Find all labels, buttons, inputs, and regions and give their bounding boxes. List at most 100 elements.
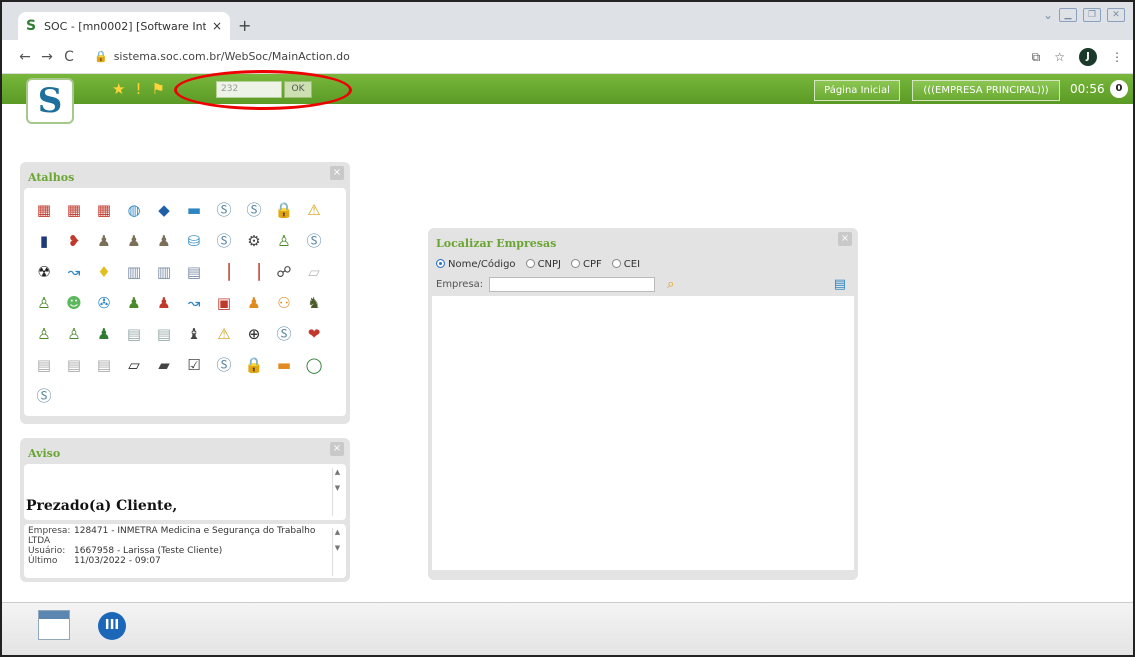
browser-menu-icon[interactable]: ⋮ [1111, 50, 1123, 64]
person-icon[interactable]: ♟ [92, 322, 116, 346]
lock-icon[interactable]: 🔒 [272, 198, 296, 222]
soc-icon[interactable]: Ⓢ [32, 384, 56, 408]
folder-icon[interactable]: ▬ [272, 353, 296, 377]
browser-tab[interactable]: S SOC - [mn0002] [Software Integr × [18, 12, 230, 40]
flask-icon[interactable]: ♙ [32, 291, 56, 315]
form-icon[interactable]: ▤ [152, 322, 176, 346]
bulb-icon[interactable]: ♦ [92, 260, 116, 284]
company-button[interactable]: (((EMPRESA PRINCIPAL))) [912, 80, 1060, 101]
soc-icon[interactable]: Ⓢ [212, 353, 236, 377]
bookmark-icon[interactable]: ▕ [242, 260, 266, 284]
warning-icon[interactable]: ⚠ [302, 198, 326, 222]
bookmark-star-icon[interactable]: ☆ [1054, 50, 1065, 64]
books-icon[interactable]: ▮ [32, 229, 56, 253]
file-icon[interactable]: ▥ [152, 260, 176, 284]
soc-icon[interactable]: Ⓢ [302, 229, 326, 253]
checklist-icon[interactable]: ☑ [182, 353, 206, 377]
atalhos-close-icon[interactable]: × [330, 166, 344, 180]
page-icon[interactable]: ▱ [122, 353, 146, 377]
needle-icon[interactable]: ↝ [182, 291, 206, 315]
people-icon[interactable]: ♝ [182, 322, 206, 346]
tools-icon[interactable]: ✇ [92, 291, 116, 315]
url-field[interactable]: 🔒 sistema.soc.com.br/WebSoc/MainAction.do [94, 50, 350, 63]
database-icon[interactable]: ⛁ [182, 229, 206, 253]
calendar-icon[interactable]: ▦ [62, 198, 86, 222]
empresa-input[interactable] [489, 276, 656, 292]
heart-icon[interactable]: ❤ [302, 322, 326, 346]
page-edit-icon[interactable]: ▰ [152, 353, 176, 377]
diamond-icon[interactable]: ◆ [152, 198, 176, 222]
minimize-icon[interactable]: ▁ [1059, 8, 1077, 22]
form-icon[interactable]: ▤ [122, 322, 146, 346]
user-icon[interactable]: ♟ [92, 229, 116, 253]
menu-icon[interactable]: III [98, 612, 126, 640]
people-icon[interactable]: ⚇ [272, 291, 296, 315]
option-cnpj[interactable]: CNPJ [525, 259, 561, 270]
forward-arrow-icon[interactable]: → [36, 49, 58, 65]
needle-icon[interactable]: ↝ [62, 260, 86, 284]
document-icon[interactable]: ▱ [302, 260, 326, 284]
new-company-icon[interactable]: ▤ [834, 277, 846, 292]
calendar-icon[interactable] [38, 610, 70, 640]
search-type-options: Nome/Código CNPJ CPF CEI [432, 254, 854, 274]
bike-icon[interactable]: ♞ [302, 291, 326, 315]
chart-icon[interactable]: ☍ [272, 260, 296, 284]
person-icon[interactable]: ♟ [122, 291, 146, 315]
home-page-button[interactable]: Página Inicial [814, 80, 900, 101]
person-icon[interactable]: ♟ [152, 291, 176, 315]
list-icon[interactable]: ▤ [62, 353, 86, 377]
report-icon[interactable]: ▤ [182, 260, 206, 284]
close-window-icon[interactable]: ✕ [1107, 8, 1125, 22]
monitor-icon[interactable]: ▣ [212, 291, 236, 315]
file-icon[interactable]: ▥ [122, 260, 146, 284]
back-arrow-icon[interactable]: ← [14, 49, 36, 65]
soc-logo[interactable]: S [26, 78, 74, 124]
search-icon[interactable]: ⌕ [667, 277, 674, 292]
alert-icon[interactable]: ! [135, 80, 141, 98]
warning-icon[interactable]: ⚠ [212, 322, 236, 346]
option-cpf[interactable]: CPF [571, 259, 602, 270]
user-icon[interactable]: ♟ [122, 229, 146, 253]
favorite-star-icon[interactable]: ★ [112, 80, 125, 98]
help-icon[interactable]: ◍ [122, 198, 146, 222]
localizar-close-icon[interactable]: × [838, 232, 852, 246]
info-scrollbar[interactable]: ▲ ▼ [332, 528, 342, 576]
user-icon[interactable]: ♟ [152, 229, 176, 253]
option-cei[interactable]: CEI [611, 259, 640, 270]
reload-icon[interactable]: C [58, 49, 80, 65]
aviso-scrollbar[interactable]: ▲ ▼ [332, 468, 342, 516]
option-nome-codigo[interactable]: Nome/Código [436, 259, 516, 270]
tab-dropdown-icon[interactable]: ⌄ [1043, 8, 1053, 22]
soc-icon[interactable]: Ⓢ [242, 198, 266, 222]
tools-icon[interactable]: ⚑ [151, 80, 164, 98]
heart-icon[interactable]: ❥ [62, 229, 86, 253]
plus-circle-icon[interactable]: ⊕ [242, 322, 266, 346]
soc-icon[interactable]: Ⓢ [212, 198, 236, 222]
share-icon[interactable]: ⧉ [1032, 50, 1041, 65]
radiation-icon[interactable]: ☢ [32, 260, 56, 284]
flask-icon[interactable]: ♙ [62, 322, 86, 346]
flask-icon[interactable]: ♙ [272, 229, 296, 253]
person-icon[interactable]: ♟ [242, 291, 266, 315]
calendar-icon[interactable]: ▦ [92, 198, 116, 222]
list-icon[interactable]: ▤ [92, 353, 116, 377]
flask-icon[interactable]: ♙ [32, 322, 56, 346]
lock-icon[interactable]: 🔒 [242, 353, 266, 377]
tab-close-icon[interactable]: × [212, 19, 222, 33]
info-key: Empresa: [28, 526, 71, 536]
list-icon[interactable]: ▤ [32, 353, 56, 377]
folder-icon[interactable]: ▬ [182, 198, 206, 222]
profile-avatar[interactable]: J [1079, 48, 1097, 66]
soc-icon[interactable]: Ⓢ [272, 322, 296, 346]
notification-badge[interactable]: 0 [1110, 80, 1128, 98]
new-tab-button[interactable]: + [238, 16, 251, 35]
gear-icon[interactable]: ⚙ [242, 229, 266, 253]
info-value [74, 536, 342, 546]
smiley-icon[interactable]: ☻ [62, 291, 86, 315]
calendar-icon[interactable]: ▦ [32, 198, 56, 222]
recycle-icon[interactable]: ◯ [302, 353, 326, 377]
aviso-close-icon[interactable]: × [330, 442, 344, 456]
restore-icon[interactable]: ❐ [1083, 8, 1101, 22]
soc-icon[interactable]: Ⓢ [212, 229, 236, 253]
bookmark-icon[interactable]: ▕ [212, 260, 236, 284]
